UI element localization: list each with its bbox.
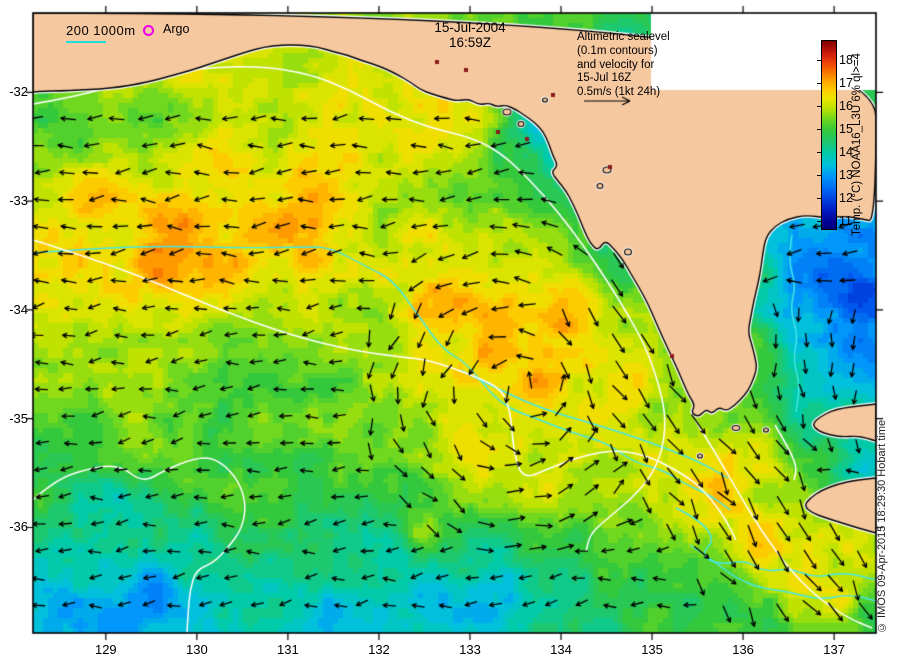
colorbar-tick-label: 13 xyxy=(839,167,853,182)
argo-marker-icon xyxy=(143,25,154,36)
x-axis-tick-label: 133 xyxy=(459,642,481,657)
y-axis-tick-label: -36 xyxy=(9,519,28,535)
colorbar-tick-mark xyxy=(817,83,821,85)
temperature-colorbar xyxy=(821,40,837,230)
colorbar-tick-mark xyxy=(817,105,821,107)
annotation-line: 15-Jul 16Z xyxy=(577,72,632,85)
isobath-scalebar-line xyxy=(66,41,106,43)
annotation-line: 0.5m/s (1kt 24h) xyxy=(577,86,661,99)
y-axis-tick-label: -34 xyxy=(9,301,28,317)
colorbar-tick-label: 14 xyxy=(839,144,853,159)
y-axis-tick-label: -33 xyxy=(9,193,28,209)
argo-legend-label: Argo xyxy=(163,22,190,36)
credit-text: © IMOS 09-Apr-2015 18:29:30 Hobart time xyxy=(876,419,888,633)
colorbar-tick-label: 17 xyxy=(839,76,853,91)
x-axis-tick-label: 131 xyxy=(277,642,299,657)
x-axis-tick-label: 137 xyxy=(823,642,845,657)
x-axis-tick-label: 134 xyxy=(550,642,572,657)
x-axis-tick-label: 130 xyxy=(186,642,208,657)
map-title-time: 16:59Z xyxy=(448,35,492,50)
colorbar-tick-label: 12 xyxy=(839,190,853,205)
annotation-line: and velocity for xyxy=(577,58,655,71)
colorbar-tick-mark xyxy=(817,220,821,222)
x-axis-tick-label: 135 xyxy=(641,642,663,657)
colorbar-tick-mark xyxy=(817,151,821,153)
x-axis-tick-label: 129 xyxy=(94,642,117,657)
x-axis-tick-label: 132 xyxy=(368,642,390,657)
altimetry-annotation-block: Altimetric sealevel (0.1m contours) and … xyxy=(577,31,670,100)
y-axis-tick-label: -32 xyxy=(9,84,28,100)
map-title-date: 15-Jul-2004 xyxy=(434,20,506,35)
sst-velocity-map-canvas xyxy=(0,0,900,660)
colorbar-tick-mark xyxy=(817,128,821,130)
colorbar-tick-label: 18 xyxy=(839,53,853,68)
colorbar-tick-label: 11 xyxy=(839,213,852,228)
x-axis-tick-label: 136 xyxy=(732,642,754,657)
colorbar-axis-label: Temp. (°C) NOAA16_L3U 6% ql>=4 xyxy=(851,53,863,236)
colorbar-tick-mark xyxy=(817,174,821,176)
annotation-line: (0.1m contours) xyxy=(577,44,658,57)
colorbar-tick-mark xyxy=(817,197,821,199)
colorbar-tick-label: 16 xyxy=(839,98,853,113)
annotation-line: Altimetric sealevel xyxy=(577,31,670,43)
colorbar-tick-label: 15 xyxy=(839,121,853,136)
ocean-map-page: { "map_header": { "title_date": "15-Jul-… xyxy=(0,0,900,660)
colorbar-tick-mark xyxy=(817,60,821,62)
isobath-scalebar-label: 200 1000m xyxy=(66,23,136,38)
y-axis-tick-label: -35 xyxy=(9,410,28,426)
